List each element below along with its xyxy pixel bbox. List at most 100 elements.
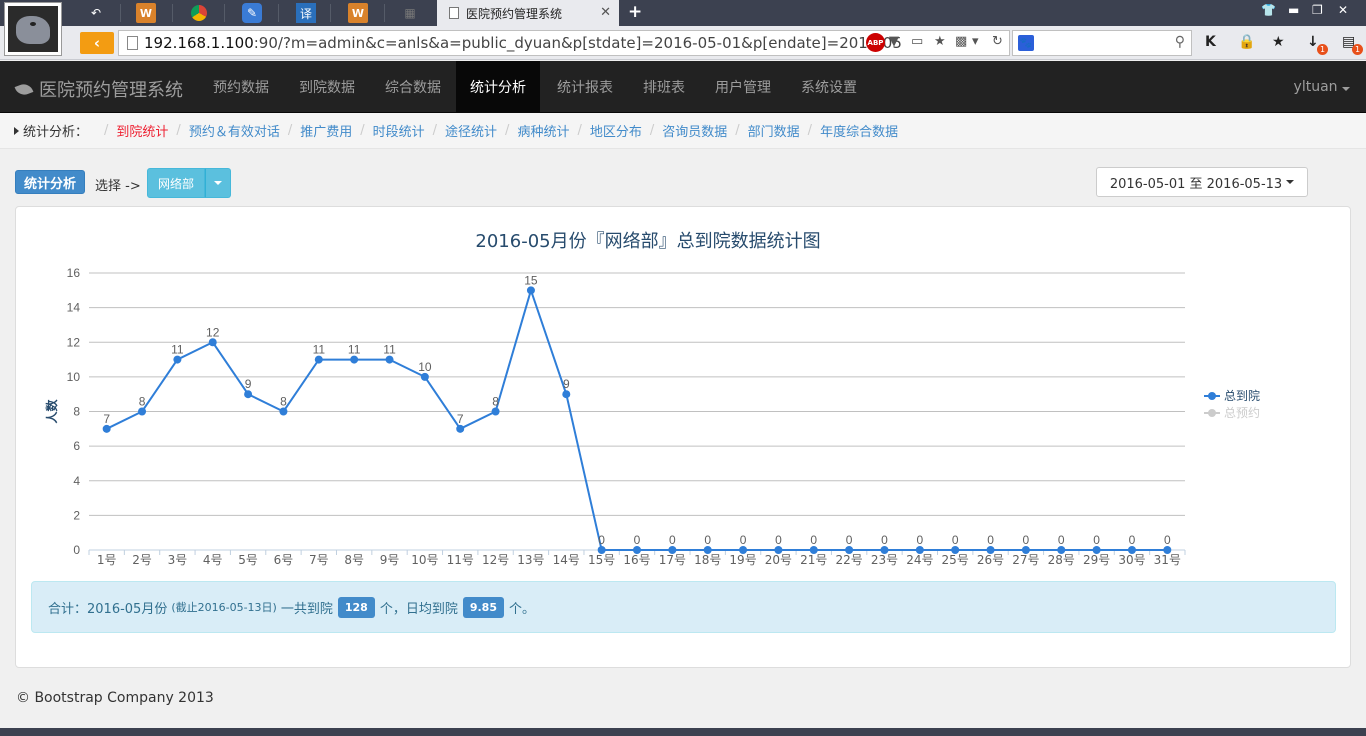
data-point <box>562 390 571 399</box>
data-label: 0 <box>598 533 605 547</box>
data-point <box>986 546 995 554</box>
data-point <box>102 424 111 433</box>
pocket-icon[interactable]: ▼ <box>889 34 899 49</box>
chevron-down-icon[interactable]: ▾ <box>972 34 979 49</box>
data-point <box>739 546 748 554</box>
bookmark-star-icon[interactable]: ★ <box>1272 34 1285 50</box>
y-tick-label: 8 <box>73 405 80 419</box>
tab-separator <box>172 4 173 22</box>
nav-item-users[interactable]: 用户管理 <box>701 61 785 113</box>
lock-icon[interactable]: 🔒 <box>1238 34 1255 50</box>
nav-item-statistics[interactable]: 统计分析 <box>456 61 540 113</box>
breadcrumb-separator: / <box>735 123 740 138</box>
nav-item-booking-data[interactable]: 预约数据 <box>199 61 283 113</box>
profile-avatar[interactable] <box>4 2 62 56</box>
department-dropdown[interactable]: 网络部 <box>147 168 232 198</box>
undo-icon[interactable]: ↶ <box>86 3 106 23</box>
subnav-consultant-data[interactable]: 咨询员数据 <box>662 121 727 140</box>
data-point <box>173 355 182 364</box>
subnav-arrival-stats[interactable]: 到院统计 <box>116 121 168 140</box>
wps-icon[interactable]: W <box>136 3 156 23</box>
minimize-icon[interactable]: ▬ <box>1288 3 1299 17</box>
subnav-timeslot-stats[interactable]: 时段统计 <box>373 121 425 140</box>
y-tick-label: 4 <box>73 474 80 488</box>
subnav-region-distribution[interactable]: 地区分布 <box>590 121 642 140</box>
section-button[interactable]: 统计分析 <box>15 170 86 194</box>
k-extension-icon[interactable]: K <box>1205 34 1216 50</box>
cast-icon[interactable]: ▭ <box>911 34 923 49</box>
breadcrumb-separator: / <box>649 123 655 138</box>
menu-badge: 1 <box>1352 44 1363 55</box>
search-input[interactable]: 🐾 ⚲ <box>1012 30 1192 56</box>
tab-title: 医院预约管理系统 <box>466 6 563 21</box>
back-button[interactable]: ‹ <box>80 32 114 54</box>
nav-item-reports[interactable]: 统计报表 <box>543 61 627 113</box>
adblock-icon[interactable]: ABP <box>866 33 885 52</box>
data-point <box>1092 546 1101 554</box>
brand-name: 医院预约管理系统 <box>39 80 183 101</box>
new-tab-button[interactable]: + <box>628 2 642 22</box>
subnav-department-data[interactable]: 部门数据 <box>748 121 800 140</box>
y-tick-label: 16 <box>67 266 81 280</box>
close-tab-icon[interactable]: ✕ <box>600 5 611 20</box>
date-range-picker[interactable]: 2016-05-01 至 2016-05-13 <box>1096 167 1308 197</box>
grid-icon[interactable]: ▦ <box>400 3 420 23</box>
close-window-icon[interactable]: ✕ <box>1338 3 1348 17</box>
search-icon[interactable]: ⚲ <box>1175 34 1185 50</box>
average-badge: 9.85 <box>462 596 504 618</box>
x-tick-label: 29号 <box>1083 553 1110 567</box>
qr-icon[interactable]: ▩ <box>955 34 967 49</box>
legend-item-bookings[interactable]: 总预约 <box>1204 404 1260 421</box>
chevron-left-icon: ‹ <box>93 34 101 52</box>
x-tick-label: 17号 <box>659 553 686 567</box>
search-engine-icon[interactable]: 🐾 <box>1018 35 1034 51</box>
data-label: 8 <box>280 395 287 409</box>
breadcrumb-separator: / <box>505 123 510 138</box>
x-tick-label: 19号 <box>729 553 756 567</box>
legend-item-arrivals[interactable]: 总到院 <box>1204 387 1260 404</box>
department-toggle[interactable] <box>205 168 232 198</box>
maximize-icon[interactable]: ❐ <box>1312 3 1323 17</box>
page-icon <box>127 36 138 50</box>
data-point <box>456 424 465 433</box>
tab-separator <box>224 4 225 22</box>
subnav-annual-data[interactable]: 年度综合数据 <box>820 121 898 140</box>
chrome-icon[interactable] <box>189 3 209 23</box>
translate-icon[interactable]: 译 <box>296 3 316 23</box>
nav-item-arrival-data[interactable]: 到院数据 <box>285 61 369 113</box>
subnav-booking-dialog[interactable]: 预约＆有效对话 <box>189 121 280 140</box>
tab-separator <box>330 4 331 22</box>
data-point <box>880 546 889 554</box>
wps-icon[interactable]: W <box>348 3 368 23</box>
brand[interactable]: 医院预约管理系统 <box>14 76 183 102</box>
caret-down-icon <box>1342 87 1350 91</box>
breadcrumb-separator: / <box>176 123 181 138</box>
data-point <box>633 546 641 554</box>
subnav-promotion-cost[interactable]: 推广费用 <box>300 121 352 140</box>
data-point <box>279 407 288 416</box>
user-menu[interactable]: yltuan <box>1294 79 1350 95</box>
nav-item-settings[interactable]: 系统设置 <box>787 61 871 113</box>
data-point <box>1127 546 1136 554</box>
subnav-channel-stats[interactable]: 途径统计 <box>445 121 497 140</box>
data-point <box>138 407 147 416</box>
data-point <box>703 546 712 554</box>
data-point <box>774 546 783 554</box>
skin-icon[interactable]: 👕 <box>1261 3 1276 17</box>
nav-item-overall-data[interactable]: 综合数据 <box>371 61 455 113</box>
star-icon[interactable]: ★ <box>934 34 946 49</box>
x-tick-label: 11号 <box>447 553 474 567</box>
y-tick-label: 0 <box>73 543 80 557</box>
department-button[interactable]: 网络部 <box>147 168 206 198</box>
tab-active[interactable]: 医院预约管理系统 ✕ <box>437 0 619 26</box>
data-point <box>244 390 253 399</box>
nav-item-schedule[interactable]: 排班表 <box>629 61 699 113</box>
top-navbar: 医院预约管理系统 预约数据 到院数据 综合数据 统计分析 统计报表 排班表 用户… <box>0 61 1366 113</box>
data-point <box>208 338 217 347</box>
x-tick-label: 27号 <box>1012 553 1039 567</box>
data-point <box>597 546 606 554</box>
subnav-disease-stats[interactable]: 病种统计 <box>517 121 569 140</box>
pen-icon[interactable]: ✎ <box>242 3 262 23</box>
refresh-icon[interactable]: ↻ <box>992 34 1003 49</box>
x-tick-label: 31号 <box>1154 553 1181 567</box>
